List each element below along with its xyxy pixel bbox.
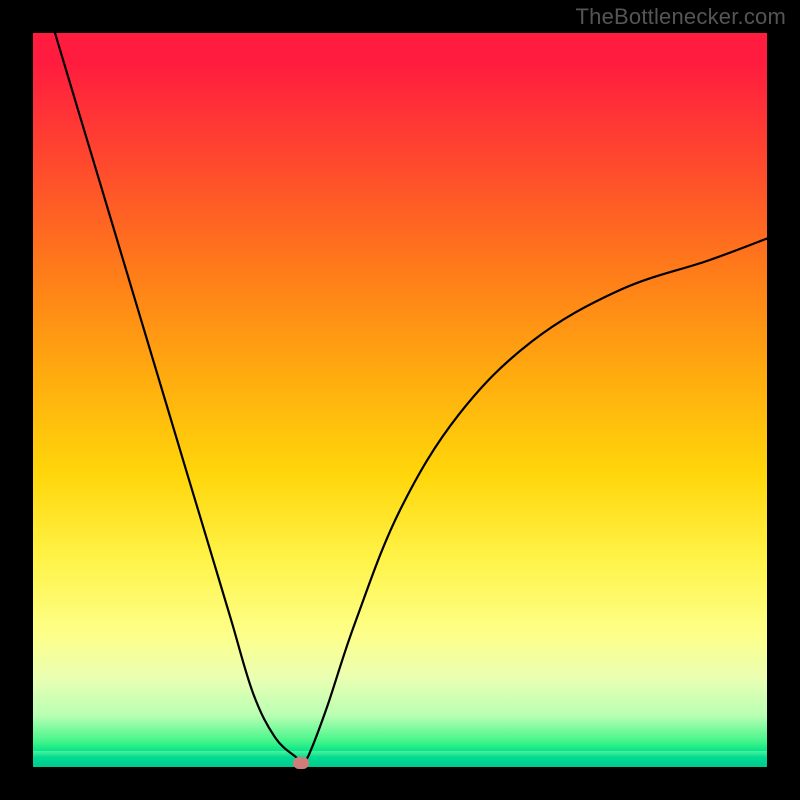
attribution-text: TheBottlenecker.com [576, 4, 786, 30]
chart-frame [33, 33, 767, 767]
chart-background-gradient [33, 33, 767, 767]
bottleneck-curve [33, 33, 767, 767]
optimal-point-marker [293, 757, 309, 769]
